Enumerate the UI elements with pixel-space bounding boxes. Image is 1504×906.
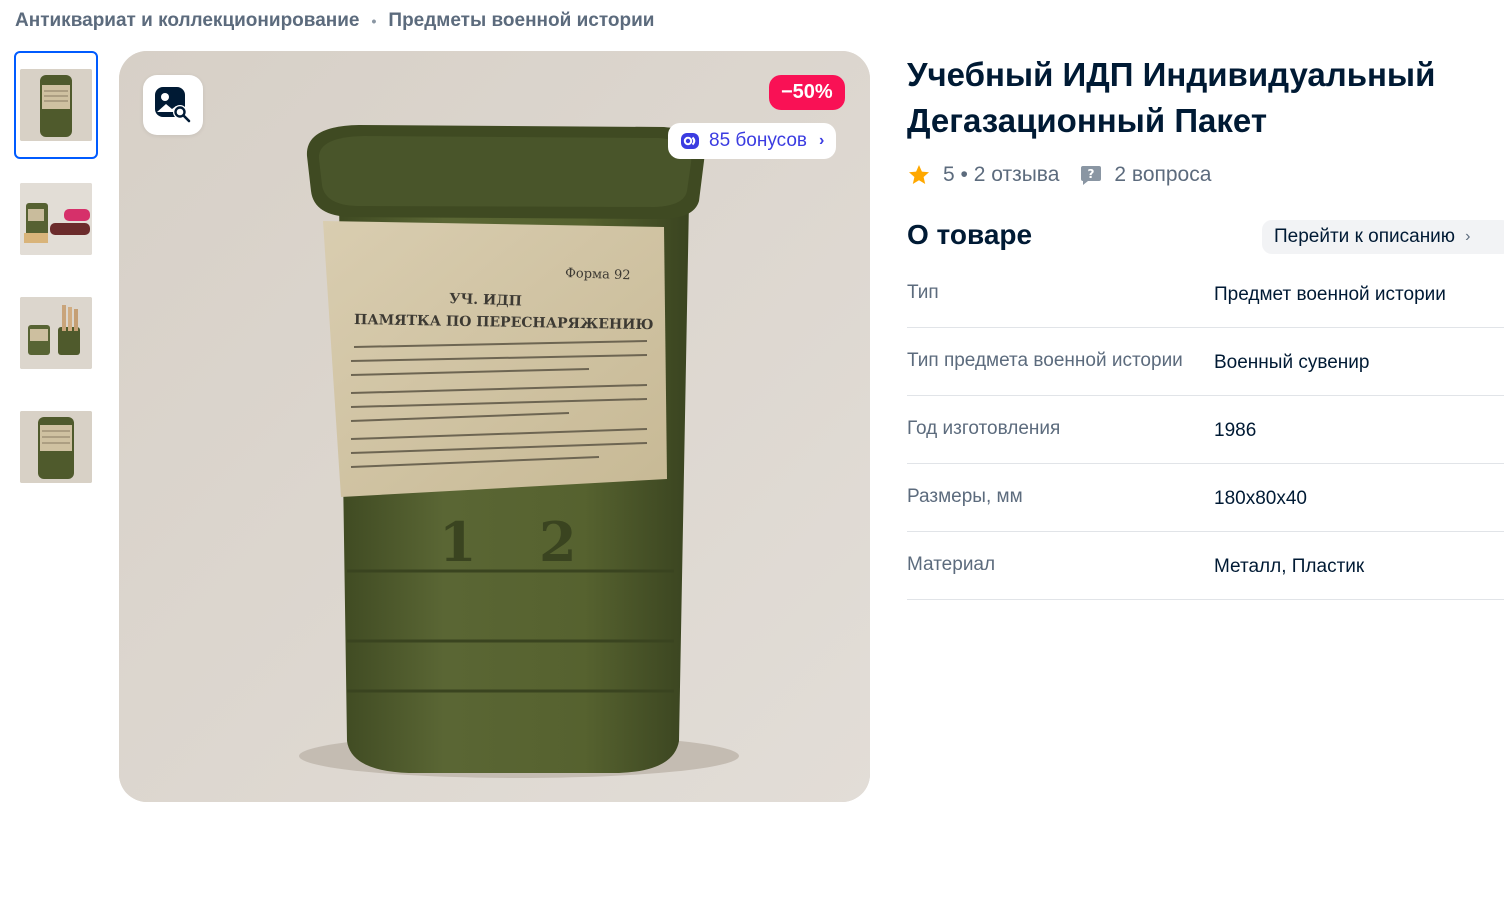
product-title: Учебный ИДП Индивидуальный Дегазационный…: [907, 56, 1436, 139]
svg-text:2: 2: [539, 510, 577, 574]
properties-list: Тип Предмет военной истории Тип предмета…: [907, 260, 1504, 600]
breadcrumb: Антиквариат и коллекционирование • Предм…: [15, 10, 654, 32]
chevron-right-icon: ›: [1465, 228, 1471, 245]
property-value: 180x80x40: [1214, 488, 1307, 509]
question-icon: ?: [1081, 166, 1102, 185]
property-row: Год изготовления 1986: [907, 396, 1504, 464]
breadcrumb-item-antiques[interactable]: Антиквариат и коллекционирование: [15, 10, 360, 32]
thumbnail-image: [20, 297, 92, 369]
property-value: 1986: [1214, 420, 1257, 441]
property-value: Военный сувенир: [1214, 352, 1370, 373]
bonus-label: 85 бонусов: [709, 130, 808, 151]
bonus-pill[interactable]: 85 бонусов ›: [668, 123, 837, 159]
chevron-right-icon: ›: [819, 132, 825, 149]
property-key: Размеры, мм: [907, 486, 1023, 507]
thumbnail-image: [20, 69, 92, 141]
image-search-icon: [155, 87, 191, 123]
discount-badge: −50%: [769, 75, 845, 110]
rating-value[interactable]: 5 • 2 отзыва: [943, 163, 1059, 187]
property-row: Материал Металл, Пластик: [907, 532, 1504, 600]
thumbnail-2[interactable]: [14, 165, 98, 273]
breadcrumb-separator: •: [371, 13, 377, 29]
property-key: Материал: [907, 554, 996, 575]
about-title: О товаре: [907, 219, 1033, 250]
thumbnail-image: [20, 183, 92, 255]
breadcrumb-item-military-history[interactable]: Предметы военной истории: [388, 10, 654, 32]
property-row: Тип Предмет военной истории: [907, 260, 1504, 328]
property-row: Тип предмета военной истории Военный сув…: [907, 328, 1504, 396]
star-icon: [909, 165, 929, 184]
rating-row: 5 • 2 отзыва ? 2 вопроса: [907, 163, 1211, 187]
property-key: Тип: [907, 282, 939, 303]
svg-text:1: 1: [439, 510, 477, 574]
goto-description-label: Перейти к описанию: [1274, 226, 1456, 247]
reviews-link[interactable]: 2 отзыва: [974, 163, 1060, 186]
thumbnail-3[interactable]: [14, 279, 98, 387]
property-value: Предмет военной истории: [1214, 284, 1446, 305]
svg-text:Форма 92: Форма 92: [565, 266, 631, 283]
image-search-button[interactable]: [143, 75, 203, 135]
questions-link[interactable]: 2 вопроса: [1114, 163, 1211, 187]
goto-description-button[interactable]: Перейти к описанию ›: [1262, 220, 1504, 254]
thumbnail-4[interactable]: [14, 393, 98, 501]
product-main-image[interactable]: 1 2 Форма 92 УЧ. ИДП ПАМЯТКА ПО ПЕРЕСНАР…: [119, 51, 870, 802]
thumbnail-image: [20, 411, 92, 483]
property-value: Металл, Пластик: [1214, 556, 1365, 577]
property-key: Год изготовления: [907, 418, 1061, 439]
bonus-icon: [681, 133, 699, 149]
svg-text:УЧ. ИДП: УЧ. ИДП: [449, 291, 522, 310]
thumbnail-1[interactable]: [14, 51, 98, 159]
svg-text:?: ?: [1088, 167, 1095, 181]
property-key: Тип предмета военной истории: [907, 350, 1183, 371]
thumbnail-list: [14, 51, 98, 507]
property-row: Размеры, мм 180x80x40: [907, 464, 1504, 532]
